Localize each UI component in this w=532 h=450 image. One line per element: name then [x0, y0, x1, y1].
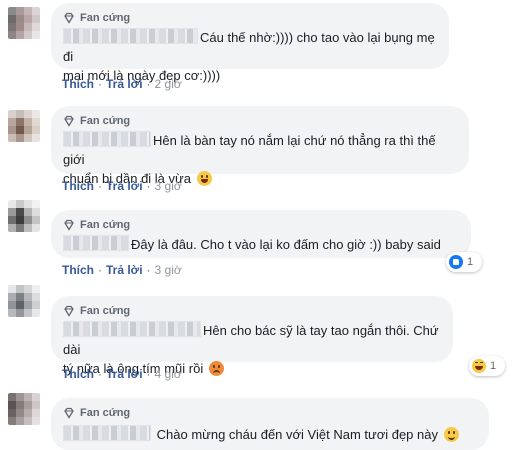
separator: · [146, 179, 151, 193]
reply-link[interactable]: Trả lời [106, 367, 143, 381]
commenter-name[interactable] [63, 131, 151, 147]
smiling-emoji [443, 427, 459, 442]
like-link[interactable]: Thích [62, 367, 94, 381]
like-link[interactable]: Thích [62, 263, 94, 277]
fan-badge: Fan cứng [63, 217, 459, 233]
comment-line-1: Đây là đâu. Cho t vào lại ko đấm cho giờ… [131, 237, 441, 252]
diamond-icon [64, 305, 74, 317]
comment-bubble: Fan cứng Hên cho bác sỹ là tay tao ngắn … [51, 296, 453, 376]
separator: · [146, 77, 151, 91]
reaction-summary[interactable]: 1 [469, 356, 505, 376]
fan-badge: Fan cứng [63, 113, 457, 129]
timestamp[interactable]: 3 giờ [155, 263, 182, 277]
separator: · [146, 263, 151, 277]
timestamp[interactable]: 4 giờ [155, 367, 182, 381]
diamond-icon [64, 407, 74, 419]
timestamp[interactable]: 3 giờ [155, 179, 182, 193]
comment-line-1: Chào mừng cháu đến với Việt Nam tươi đẹp… [156, 427, 438, 442]
comment-actions: Thích · Trả lời · 4 giờ [62, 366, 182, 382]
timestamp[interactable]: 2 giờ [155, 77, 182, 91]
comment-bubble: Fan cứng Chào mừng cháu đến với Việt Nam… [51, 398, 489, 450]
comment-bubble: Fan cứng Cáu thế nhờ:)))) cho tao vào lạ… [51, 3, 449, 83]
separator: · [98, 77, 102, 91]
diamond-icon [64, 115, 74, 127]
separator: · [98, 367, 102, 381]
commenter-name[interactable] [63, 235, 129, 251]
like-icon [449, 255, 463, 269]
separator: · [98, 263, 102, 277]
comment-actions: Thích · Trả lời · 3 giờ [62, 262, 182, 278]
badge-label: Fan cứng [80, 305, 131, 317]
separator: · [146, 367, 151, 381]
commenter-name[interactable] [63, 321, 201, 337]
fan-badge: Fan cứng [63, 405, 477, 421]
commenter-name[interactable] [63, 28, 198, 44]
haha-icon [472, 359, 486, 373]
badge-label: Fan cứng [80, 12, 131, 24]
avatar[interactable] [8, 393, 40, 425]
comment-actions: Thích · Trả lời · 2 giờ [62, 76, 182, 92]
reaction-count: 1 [490, 360, 497, 372]
diamond-icon [64, 219, 74, 231]
badge-label: Fan cứng [80, 407, 131, 419]
comment-text: Chào mừng cháu đến với Việt Nam tươi đẹp… [63, 425, 477, 444]
laughing-emoji [196, 171, 212, 186]
reply-link[interactable]: Trả lời [106, 263, 143, 277]
reaction-count: 1 [467, 256, 474, 268]
comment-actions: Thích · Trả lời · 3 giờ [62, 178, 182, 194]
fan-badge: Fan cứng [63, 303, 441, 319]
diamond-icon [64, 12, 74, 24]
avatar[interactable] [8, 285, 40, 317]
reply-link[interactable]: Trả lời [106, 77, 143, 91]
separator: · [98, 179, 102, 193]
like-link[interactable]: Thích [62, 77, 94, 91]
comment-bubble: Fan cứng Hên là bàn tay nó nắm lại chứ n… [51, 106, 469, 186]
reaction-summary[interactable]: 1 [446, 252, 482, 272]
comment-text: Đây là đâu. Cho t vào lại ko đấm cho giờ… [63, 235, 459, 254]
angry-emoji [208, 361, 224, 376]
avatar[interactable] [8, 7, 40, 39]
comment-bubble: Fan cứng Đây là đâu. Cho t vào lại ko đấ… [51, 210, 471, 258]
badge-label: Fan cứng [80, 115, 131, 127]
avatar[interactable] [8, 200, 40, 232]
like-link[interactable]: Thích [62, 179, 94, 193]
fan-badge: Fan cứng [63, 10, 437, 26]
commenter-name[interactable] [63, 425, 151, 441]
reply-link[interactable]: Trả lời [106, 179, 143, 193]
badge-label: Fan cứng [80, 219, 131, 231]
avatar[interactable] [8, 110, 40, 142]
